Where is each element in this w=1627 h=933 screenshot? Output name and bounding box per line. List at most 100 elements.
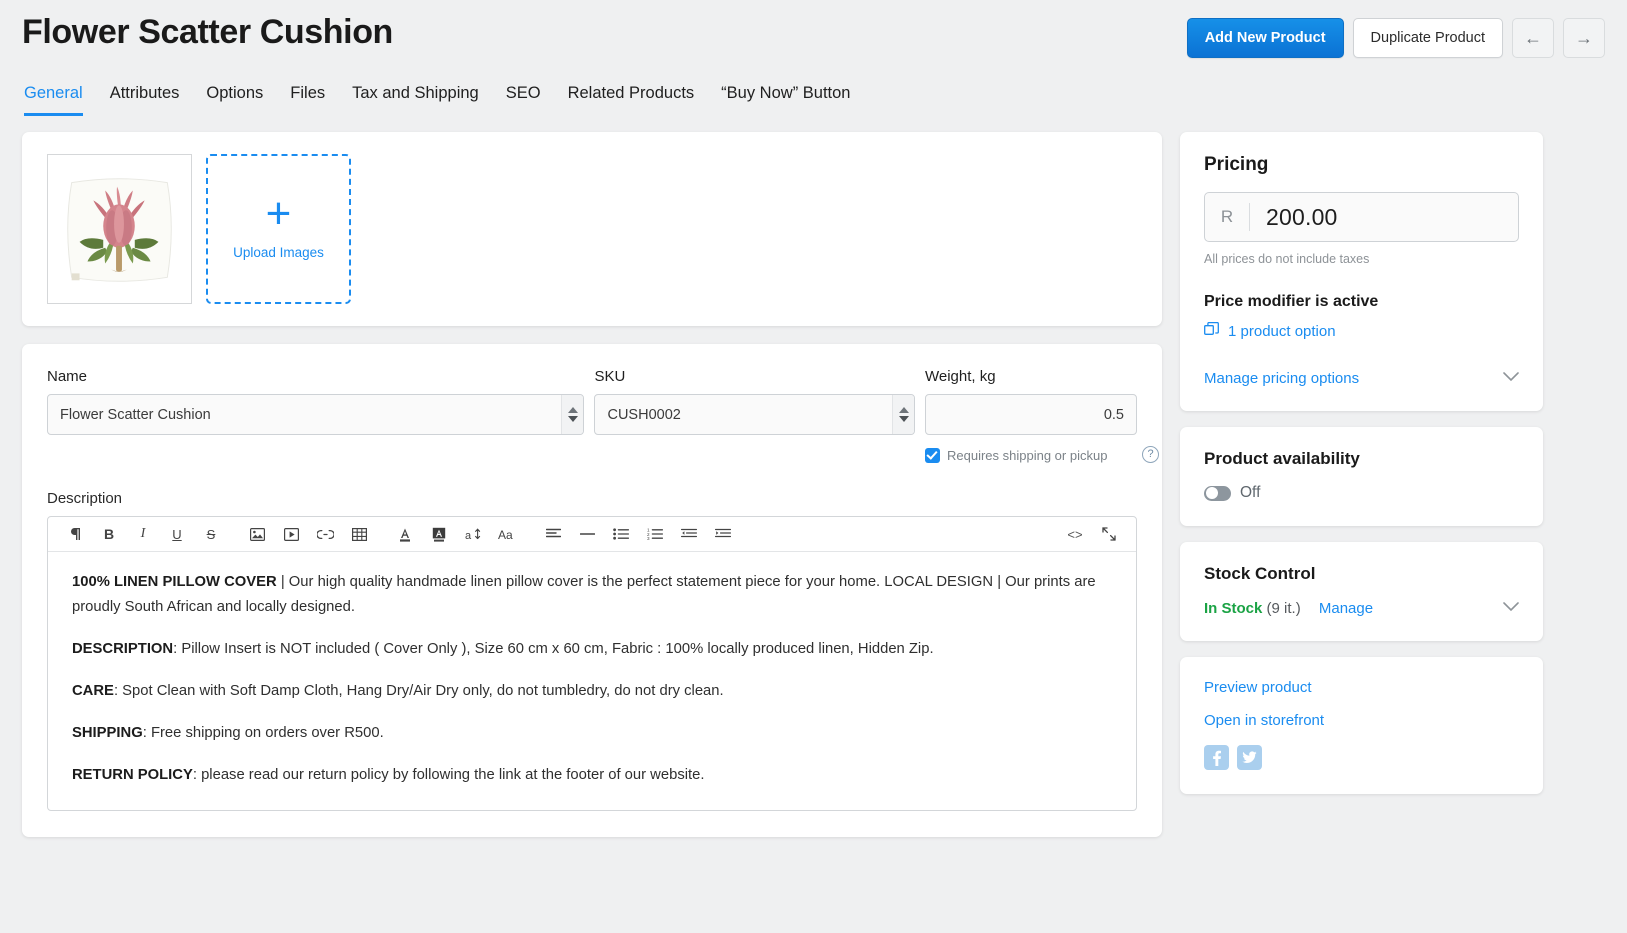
paragraph-text: : Pillow Insert is NOT included ( Cover … [173, 641, 934, 657]
description-paragraph: 100% LINEN PILLOW COVER | Our high quali… [72, 570, 1112, 620]
open-in-storefront-link[interactable]: Open in storefront [1204, 712, 1519, 729]
tab-attributes[interactable]: Attributes [110, 84, 180, 116]
stock-status-group: In Stock (9 it.) Manage [1204, 600, 1373, 617]
name-input[interactable] [47, 394, 585, 435]
sku-input[interactable] [594, 394, 915, 435]
link-icon[interactable] [308, 520, 342, 548]
availability-title: Product availability [1204, 449, 1360, 468]
next-product-button[interactable]: → [1563, 18, 1605, 58]
indent-icon[interactable] [706, 520, 740, 548]
description-paragraph: DESCRIPTION: Pillow Insert is NOT includ… [72, 637, 1112, 662]
availability-toggle[interactable] [1204, 485, 1231, 501]
tab-related-products[interactable]: Related Products [568, 84, 695, 116]
numbered-list-icon[interactable]: 123 [638, 520, 672, 548]
facebook-icon[interactable] [1204, 745, 1229, 770]
name-field-group: Name [47, 368, 585, 466]
product-details-card: Name SKU [22, 344, 1162, 837]
paragraph-bold-label: RETURN POLICY [72, 767, 193, 783]
font-size-icon[interactable]: a [456, 520, 490, 548]
product-availability-card: Product availability Off [1180, 427, 1543, 526]
description-content[interactable]: 100% LINEN PILLOW COVER | Our high quali… [48, 552, 1136, 810]
product-image-thumbnail[interactable] [47, 154, 192, 304]
name-stepper[interactable] [561, 395, 584, 434]
header-actions: Add New Product Duplicate Product ← → [1186, 10, 1605, 58]
highlight-color-icon[interactable] [422, 520, 456, 548]
main-column: + Upload Images Name Flower Scatter Cush… [22, 132, 1162, 837]
price-input-group[interactable]: R 200.00 [1204, 192, 1519, 242]
align-icon[interactable] [536, 520, 570, 548]
name-label: Name [47, 368, 88, 385]
table-icon[interactable] [342, 520, 376, 548]
sidebar: Pricing R 200.00 All prices do not inclu… [1180, 132, 1543, 810]
tab-options[interactable]: Options [206, 84, 263, 116]
stock-row: In Stock (9 it.) Manage [1204, 599, 1519, 617]
paragraph-icon[interactable] [58, 520, 92, 548]
stock-status-badge: In Stock [1204, 599, 1263, 617]
paragraph-bold-label: 100% LINEN PILLOW COVER [72, 574, 277, 590]
chevron-down-icon[interactable] [1503, 599, 1519, 617]
twitter-icon[interactable] [1237, 745, 1262, 770]
sku-input-wrapper [594, 394, 915, 435]
social-share-group [1204, 745, 1519, 770]
product-editor-page: Flower Scatter Cushion Add New Product D… [0, 0, 1627, 933]
sku-label: SKU [594, 368, 626, 385]
source-code-icon[interactable]: <> [1058, 520, 1092, 548]
editor-toolbar: B I U S a Aa 1 2 3 <> [48, 517, 1136, 552]
bold-icon[interactable]: B [92, 520, 126, 548]
requires-shipping-checkbox[interactable] [925, 448, 940, 463]
product-option-link[interactable]: 1 product option [1204, 321, 1519, 341]
stepper-up-icon [898, 407, 909, 413]
paragraph-text: : please read our return policy by follo… [192, 767, 705, 783]
stepper-down-icon [898, 416, 909, 422]
font-family-icon[interactable]: Aa [490, 520, 524, 548]
manage-pricing-options-row[interactable]: Manage pricing options [1204, 369, 1519, 387]
upload-images-dropzone[interactable]: + Upload Images [206, 154, 351, 304]
page-title: Flower Scatter Cushion [22, 13, 393, 51]
tab-tax-and-shipping[interactable]: Tax and Shipping [352, 84, 479, 116]
svg-text:Aa: Aa [498, 528, 513, 541]
italic-icon[interactable]: I [126, 520, 160, 548]
stepper-down-icon [567, 416, 578, 422]
help-icon[interactable]: ? [1142, 446, 1159, 463]
stock-control-title: Stock Control [1204, 564, 1316, 583]
horizontal-rule-icon[interactable] [570, 520, 604, 548]
fullscreen-icon[interactable] [1092, 520, 1126, 548]
weight-field-group: Weight, kg Requires shipping or pickup ? [925, 368, 1159, 466]
image-icon[interactable] [240, 520, 274, 548]
description-paragraph: CARE: Spot Clean with Soft Damp Cloth, H… [72, 679, 1112, 704]
previous-product-button[interactable]: ← [1512, 18, 1554, 58]
bullet-list-icon[interactable] [604, 520, 638, 548]
text-color-icon[interactable] [388, 520, 422, 548]
paragraph-bold-label: DESCRIPTION [72, 641, 174, 657]
paragraph-text: : Free shipping on orders over R500. [142, 725, 384, 741]
add-new-product-button[interactable]: Add New Product [1186, 18, 1344, 58]
tab-general[interactable]: General [24, 84, 83, 116]
price-input[interactable]: 200.00 [1250, 204, 1518, 231]
copy-stack-icon [1204, 321, 1219, 341]
product-images-card: + Upload Images [22, 132, 1162, 326]
description-paragraph: RETURN POLICY: please read our return po… [72, 763, 1112, 788]
sku-stepper[interactable] [892, 395, 914, 434]
video-icon[interactable] [274, 520, 308, 548]
name-input-wrapper [47, 394, 585, 435]
tab-seo[interactable]: SEO [506, 84, 541, 116]
product-fields-row: Name SKU [47, 368, 1159, 466]
manage-pricing-options-link[interactable]: Manage pricing options [1204, 370, 1359, 387]
chevron-down-icon[interactable] [1503, 369, 1519, 387]
availability-row: Off [1204, 484, 1519, 502]
paragraph-bold-label: CARE [72, 683, 114, 699]
duplicate-product-button[interactable]: Duplicate Product [1352, 18, 1503, 58]
tab-buy-now-button[interactable]: “Buy Now” Button [721, 84, 850, 116]
requires-shipping-row: Requires shipping or pickup ? [925, 446, 1159, 466]
preview-product-link[interactable]: Preview product [1204, 679, 1519, 696]
manage-stock-link[interactable]: Manage [1319, 600, 1373, 617]
weight-input[interactable] [925, 394, 1137, 435]
svg-text:3: 3 [647, 536, 650, 540]
paragraph-bold-label: SHIPPING [72, 725, 143, 741]
underline-icon[interactable]: U [160, 520, 194, 548]
tab-files[interactable]: Files [290, 84, 325, 116]
currency-symbol: R [1220, 207, 1234, 226]
outdent-icon[interactable] [672, 520, 706, 548]
strikethrough-icon[interactable]: S [194, 520, 228, 548]
pricing-card: Pricing R 200.00 All prices do not inclu… [1180, 132, 1543, 411]
